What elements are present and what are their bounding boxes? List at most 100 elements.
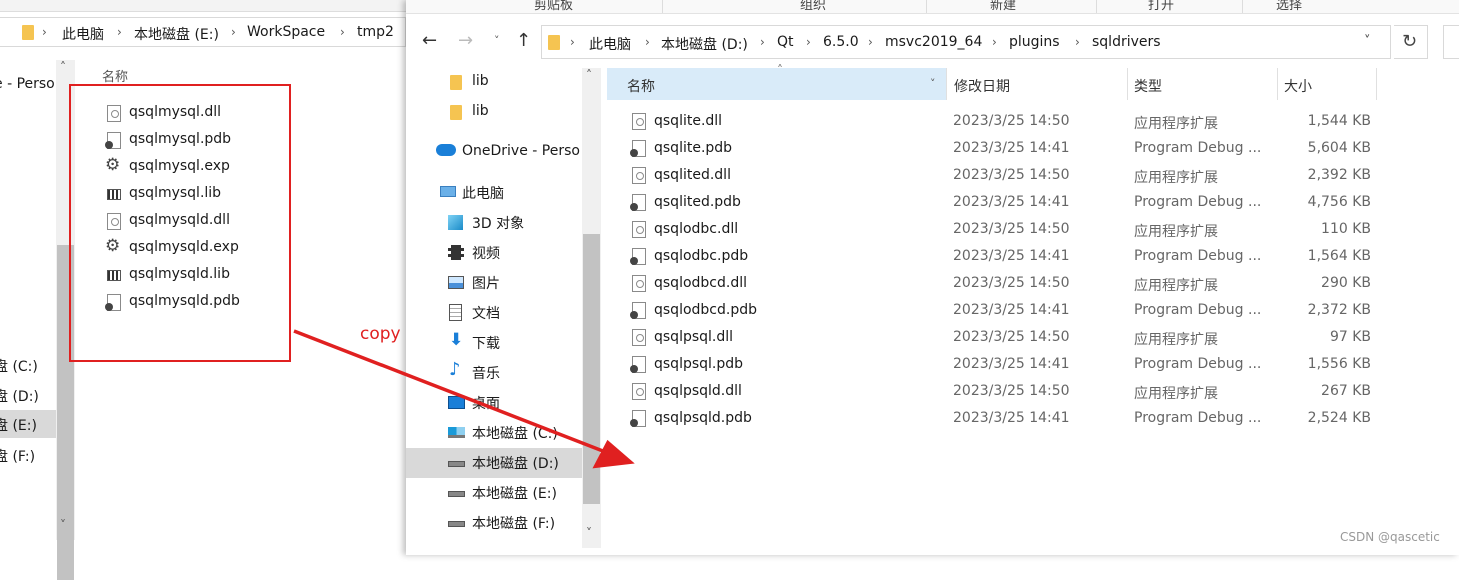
- nav-item-label: 文档: [472, 306, 500, 322]
- recent-locations-chevron-icon[interactable]: ˅: [494, 34, 500, 47]
- scroll-down-icon[interactable]: ˅: [60, 518, 66, 532]
- breadcrumb-item[interactable]: 本地磁盘 (D:): [661, 34, 748, 54]
- refresh-button[interactable]: ↻: [1394, 25, 1428, 59]
- table-row[interactable]: qsqlpsql.dll 2023/3/25 14:50 应用程序扩展 97 KB: [607, 324, 1377, 351]
- file-type: Program Debug ...: [1134, 410, 1262, 426]
- breadcrumb-item[interactable]: plugins: [1009, 34, 1060, 50]
- search-box[interactable]: [1443, 25, 1459, 59]
- column-header-size[interactable]: 大小: [1278, 68, 1376, 100]
- breadcrumb-item[interactable]: Qt: [777, 34, 794, 50]
- table-row[interactable]: qsqlited.pdb 2023/3/25 14:41 Program Debug…: [607, 189, 1377, 216]
- table-row[interactable]: qsqlodbc.pdb 2023/3/25 14:41 Program Debug…: [607, 243, 1377, 270]
- nav-item-label: 盘 (E:): [0, 418, 37, 434]
- file-name: qsqlpsqld.dll: [654, 383, 742, 399]
- nav-item-drive-d[interactable]: 盘 (D:): [0, 386, 39, 406]
- file-type: 应用程序扩展: [1134, 386, 1218, 402]
- table-row[interactable]: qsqlite.pdb 2023/3/25 14:41 Program Debug …: [607, 135, 1377, 162]
- breadcrumb-item[interactable]: 此电脑: [62, 24, 104, 44]
- column-header-name[interactable]: 名称: [102, 66, 128, 85]
- back-arrow-icon[interactable]: ←: [422, 30, 437, 51]
- file-name: qsqlite.dll: [654, 113, 723, 129]
- file-type: 应用程序扩展: [1134, 170, 1218, 186]
- ribbon-divider: [662, 0, 663, 13]
- file-date: 2023/3/25 14:50: [953, 221, 1070, 237]
- nav-item-documents[interactable]: 文档: [406, 298, 582, 328]
- address-dropdown-chevron-icon[interactable]: ˅: [1364, 34, 1371, 49]
- file-name: qsqlodbcd.dll: [654, 275, 747, 291]
- nav-item-drive-e-selected[interactable]: 盘 (E:): [0, 410, 56, 438]
- table-row[interactable]: qsqlodbc.dll 2023/3/25 14:50 应用程序扩展 110 KB: [607, 216, 1377, 243]
- forward-arrow-icon[interactable]: →: [458, 30, 473, 51]
- table-row[interactable]: qsqlodbcd.dll 2023/3/25 14:50 应用程序扩展 290 KB: [607, 270, 1377, 297]
- nav-item-label: 3D 对象: [472, 216, 525, 232]
- ribbon-bar: 剪贴板 组织 新建 打开 选择: [406, 0, 1459, 14]
- file-size: 1,544 KB: [1307, 113, 1371, 129]
- file-date: 2023/3/25 14:41: [953, 410, 1070, 426]
- scroll-up-icon[interactable]: ˄: [586, 68, 592, 82]
- nav-item-label: 本地磁盘 (E:): [472, 486, 557, 502]
- breadcrumb-item[interactable]: sqldrivers: [1092, 34, 1161, 50]
- table-row[interactable]: qsqlpsqld.dll 2023/3/25 14:50 应用程序扩展 267 KB: [607, 378, 1377, 405]
- nav-item-videos[interactable]: 视频: [406, 238, 582, 268]
- left-address-bar[interactable]: › 此电脑 › 本地磁盘 (E:) › WorkSpace › tmp2: [0, 17, 406, 47]
- file-type: Program Debug ...: [1134, 194, 1262, 210]
- ribbon-divider: [1096, 0, 1097, 13]
- table-row[interactable]: qsqlpsqld.pdb 2023/3/25 14:41 Program Debu…: [607, 405, 1377, 432]
- breadcrumb-item[interactable]: tmp2: [357, 24, 394, 40]
- nav-item-drive-f[interactable]: 本地磁盘 (F:): [406, 508, 582, 538]
- breadcrumb-separator-icon: ›: [868, 35, 873, 49]
- nav-item-drive-f[interactable]: 盘 (F:): [0, 446, 35, 466]
- nav-item-this-pc[interactable]: 此电脑: [406, 178, 582, 208]
- cloud-icon: [436, 144, 456, 156]
- ribbon-group-clipboard: 剪贴板: [534, 0, 574, 13]
- folder-icon: [450, 105, 462, 120]
- nav-item-onedrive[interactable]: OneDrive - Perso: [406, 138, 582, 168]
- right-file-list: qsqlite.dll 2023/3/25 14:50 应用程序扩展 1,544 KB…: [607, 108, 1377, 438]
- nav-item-3d-objects[interactable]: 3D 对象: [406, 208, 582, 238]
- nav-item-pictures[interactable]: 图片: [406, 268, 582, 298]
- nav-item-label: 此电脑: [462, 186, 504, 202]
- breadcrumb-separator-icon: ›: [231, 25, 236, 39]
- nav-item-drive-e[interactable]: 本地磁盘 (E:): [406, 478, 582, 508]
- dll-file-icon: [632, 113, 646, 130]
- breadcrumb-item[interactable]: 本地磁盘 (E:): [134, 24, 219, 44]
- column-header-date[interactable]: 修改日期: [947, 68, 1127, 100]
- file-name: qsqlpsql.dll: [654, 329, 734, 345]
- pdb-file-icon: [630, 194, 646, 211]
- table-row[interactable]: qsqlpsql.pdb 2023/3/25 14:41 Program Debug…: [607, 351, 1377, 378]
- nav-item-onedrive[interactable]: e - Perso: [0, 76, 55, 92]
- nav-item-drive-c[interactable]: 盘 (C:): [0, 356, 38, 376]
- table-row[interactable]: qsqlited.dll 2023/3/25 14:50 应用程序扩展 2,392 K…: [607, 162, 1377, 189]
- breadcrumb-item[interactable]: WorkSpace: [247, 24, 325, 40]
- breadcrumb-separator-icon: ›: [1075, 35, 1080, 49]
- folder-icon: [548, 35, 560, 50]
- scroll-up-icon[interactable]: ˄: [60, 60, 66, 74]
- nav-item-label: 本地磁盘 (F:): [472, 516, 556, 532]
- nav-item-label: 视频: [472, 246, 500, 262]
- column-dropdown-chevron-icon[interactable]: ˅: [930, 77, 936, 90]
- table-row[interactable]: qsqlite.dll 2023/3/25 14:50 应用程序扩展 1,544 KB: [607, 108, 1377, 135]
- scroll-down-icon[interactable]: ˅: [586, 526, 592, 540]
- up-arrow-icon[interactable]: ↑: [516, 30, 531, 51]
- nav-item-lib[interactable]: lib: [406, 98, 582, 128]
- breadcrumb-item[interactable]: 此电脑: [589, 34, 631, 54]
- file-type: Program Debug ...: [1134, 140, 1262, 156]
- arrowhead: [592, 439, 635, 469]
- table-row[interactable]: qsqlodbcd.pdb 2023/3/25 14:41 Program Debu…: [607, 297, 1377, 324]
- file-date: 2023/3/25 14:41: [953, 302, 1070, 318]
- file-type: 应用程序扩展: [1134, 224, 1218, 240]
- file-name: qsqlite.pdb: [654, 140, 733, 156]
- file-type: Program Debug ...: [1134, 356, 1262, 372]
- watermark: CSDN @qascetic: [1340, 530, 1440, 544]
- nav-item-label: 图片: [472, 276, 500, 292]
- file-name: qsqlpsqld.pdb: [654, 410, 752, 426]
- right-nav-scrollbar[interactable]: ˄ ˅: [582, 68, 601, 548]
- right-address-bar[interactable]: › 此电脑 › 本地磁盘 (D:) › Qt › 6.5.0 › msvc201…: [541, 25, 1391, 59]
- breadcrumb-separator-icon: ›: [645, 35, 650, 49]
- breadcrumb-item[interactable]: 6.5.0: [823, 34, 859, 50]
- column-header-type[interactable]: 类型: [1128, 68, 1277, 100]
- dll-file-icon: [632, 221, 646, 238]
- column-header-name[interactable]: 名称 ˄ ˅: [607, 63, 946, 100]
- nav-item-lib[interactable]: lib: [406, 68, 582, 98]
- breadcrumb-item[interactable]: msvc2019_64: [885, 34, 982, 50]
